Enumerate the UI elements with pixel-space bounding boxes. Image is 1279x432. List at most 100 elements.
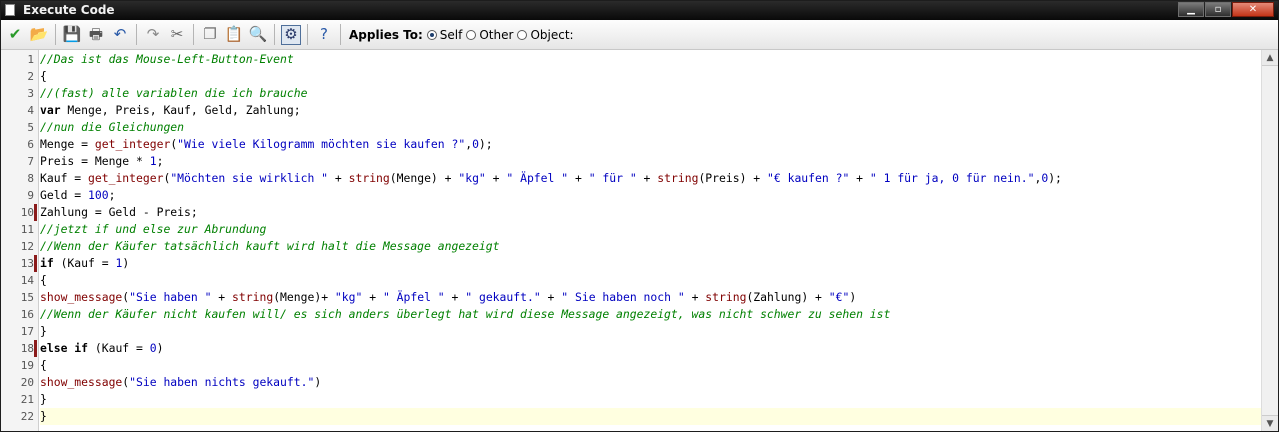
code-token-string: " Äpfel " [506, 171, 569, 185]
code-token-text: ) [849, 290, 857, 304]
applies-to-self-radio[interactable]: Self [426, 27, 463, 42]
open-icon[interactable]: 📂 [29, 25, 49, 45]
changed-line-marker [34, 340, 37, 357]
code-token-text: { [40, 358, 47, 372]
minimize-button[interactable]: ▁ [1178, 2, 1204, 17]
syntax-check-icon[interactable]: ⚙ [281, 24, 301, 45]
code-token-text: Zahlung = Geld - Preis; [40, 205, 198, 219]
execute-code-window: Execute Code ▁ ▫ ✕ ✔ 📂 💾 🖶 ↶ ↷ ✂ ❐ 📋 🔍 ⚙? Applies T… [0, 0, 1279, 432]
code-token-string: "Sie haben nichts gekauft." [129, 375, 315, 389]
line-number: 16 [20, 308, 34, 321]
code-line[interactable]: var Menge, Preis, Kauf, Geld, Zahlung; [40, 102, 1262, 119]
code-line[interactable]: //(fast) alle variablen die ich brauche [40, 85, 1262, 102]
code-token-text: ); [1048, 171, 1062, 185]
radio-indicator [517, 29, 528, 40]
find-icon[interactable]: 🔍 [248, 25, 268, 45]
code-token-text: + [540, 290, 562, 304]
line-number: 17 [20, 325, 34, 338]
line-number: 19 [20, 359, 34, 372]
line-number: 2 [27, 70, 34, 83]
scroll-up-arrow-icon[interactable]: ▲ [1262, 50, 1278, 66]
code-token-string: "€ kaufen ?" [767, 171, 850, 185]
help-icon[interactable]: ? [314, 25, 334, 45]
code-line[interactable]: } [40, 408, 1262, 425]
code-line[interactable]: { [40, 68, 1262, 85]
applies-to-object-radio[interactable]: Object: [517, 28, 574, 42]
accept-icon[interactable]: ✔ [5, 25, 25, 45]
line-number: 12 [20, 240, 34, 253]
applies-to-other-radio[interactable]: Other [466, 28, 513, 42]
line-number: 22 [20, 410, 34, 423]
code-text-area[interactable]: //Das ist das Mouse-Left-Button-Event {//… [40, 50, 1262, 431]
code-line[interactable]: //Wenn der Käufer nicht kaufen will/ es … [40, 306, 1262, 323]
code-line[interactable]: show_message("Sie haben " + string(Menge… [40, 289, 1262, 306]
radio-label: Self [439, 27, 463, 42]
code-token-text: + [636, 171, 658, 185]
line-number: 15 [20, 291, 34, 304]
code-token-string: " gekauft." [465, 290, 541, 304]
code-token-number: 100 [88, 188, 109, 202]
copy-icon[interactable]: ❐ [200, 25, 220, 45]
code-token-text: Menge = [40, 137, 95, 151]
code-line[interactable]: } [40, 391, 1262, 408]
scroll-down-arrow-icon[interactable]: ▼ [1262, 415, 1278, 431]
code-line[interactable]: Kauf = get_integer("Möchten sie wirklich… [40, 170, 1262, 187]
code-token-text: ) [156, 341, 164, 355]
code-token-text: (Zahlung) + [746, 290, 829, 304]
code-editor[interactable]: 1 2 3 4 5 6 7 8 9 10 11 12 13 14 15 16 17 18 19 20 21 22 //Da… [1, 50, 1278, 431]
code-token-text: (Kauf = [88, 341, 150, 355]
vertical-scrollbar[interactable]: ▲ ▼ [1261, 50, 1278, 431]
code-token-comment: //Das ist das Mouse-Left-Button-Event [40, 52, 294, 66]
code-line[interactable]: { [40, 357, 1262, 374]
code-token-text: + [328, 171, 349, 185]
document-icon [5, 4, 15, 16]
line-number: 11 [20, 223, 34, 236]
code-line[interactable]: else if (Kauf = 0) [40, 340, 1262, 357]
code-line[interactable]: //jetzt if und else zur Abrundung [40, 221, 1262, 238]
code-token-number: 0 [472, 137, 479, 151]
code-token-text: (Preis) + [698, 171, 768, 185]
code-token-function: show_message [40, 375, 123, 389]
maximize-button[interactable]: ▫ [1205, 2, 1231, 17]
line-number: 5 [27, 121, 34, 134]
toolbar-separator [55, 24, 56, 45]
paste-icon[interactable]: 📋 [224, 25, 244, 45]
toolbar-separator [274, 24, 275, 45]
code-line[interactable]: //nun die Gleichungen [40, 119, 1262, 136]
code-line[interactable]: { [40, 272, 1262, 289]
code-line[interactable]: //Wenn der Käufer tatsächlich kauft wird… [40, 238, 1262, 255]
code-line[interactable]: } [40, 323, 1262, 340]
close-button[interactable]: ✕ [1232, 2, 1274, 17]
code-line[interactable]: //Das ist das Mouse-Left-Button-Event [40, 51, 1262, 68]
code-line[interactable]: Preis = Menge * 1; [40, 153, 1262, 170]
code-token-text: + [849, 171, 870, 185]
code-token-string: "Sie haben " [129, 290, 212, 304]
code-line[interactable]: Zahlung = Geld - Preis; [40, 204, 1262, 221]
changed-line-marker [34, 204, 37, 221]
toolbar-separator [340, 24, 341, 45]
code-token-comment: //nun die Gleichungen [40, 120, 185, 134]
code-line[interactable]: Geld = 100; [40, 187, 1262, 204]
code-token-text: ; [108, 188, 116, 202]
code-token-string: " 1 für ja, 0 für nein." [869, 171, 1035, 185]
toolbar-separator [136, 24, 137, 45]
line-number: 1 [27, 53, 34, 66]
title-bar[interactable]: Execute Code ▁ ▫ ✕ [1, 1, 1278, 20]
code-token-text: ); [478, 137, 493, 151]
code-token-text: + [684, 290, 706, 304]
cut-icon[interactable]: ✂ [167, 25, 187, 45]
line-number: 3 [27, 87, 34, 100]
save-icon[interactable]: 💾 [62, 25, 82, 45]
print-icon[interactable]: 🖶 [86, 25, 106, 45]
code-line[interactable]: if (Kauf = 1) [40, 255, 1262, 272]
code-token-keyword: var [40, 103, 61, 117]
code-token-function: string [705, 290, 747, 304]
undo-icon[interactable]: ↶ [110, 25, 130, 45]
code-line[interactable]: Menge = get_integer("Wie viele Kilogramm… [40, 136, 1262, 153]
code-token-function: get_integer [88, 171, 164, 185]
code-line[interactable]: show_message("Sie haben nichts gekauft."… [40, 374, 1262, 391]
radio-indicator [426, 29, 437, 40]
redo-icon[interactable]: ↷ [143, 25, 163, 45]
code-token-comment: //Wenn der Käufer nicht kaufen will/ es … [40, 307, 891, 321]
applies-to-label: Applies To: [349, 27, 423, 42]
